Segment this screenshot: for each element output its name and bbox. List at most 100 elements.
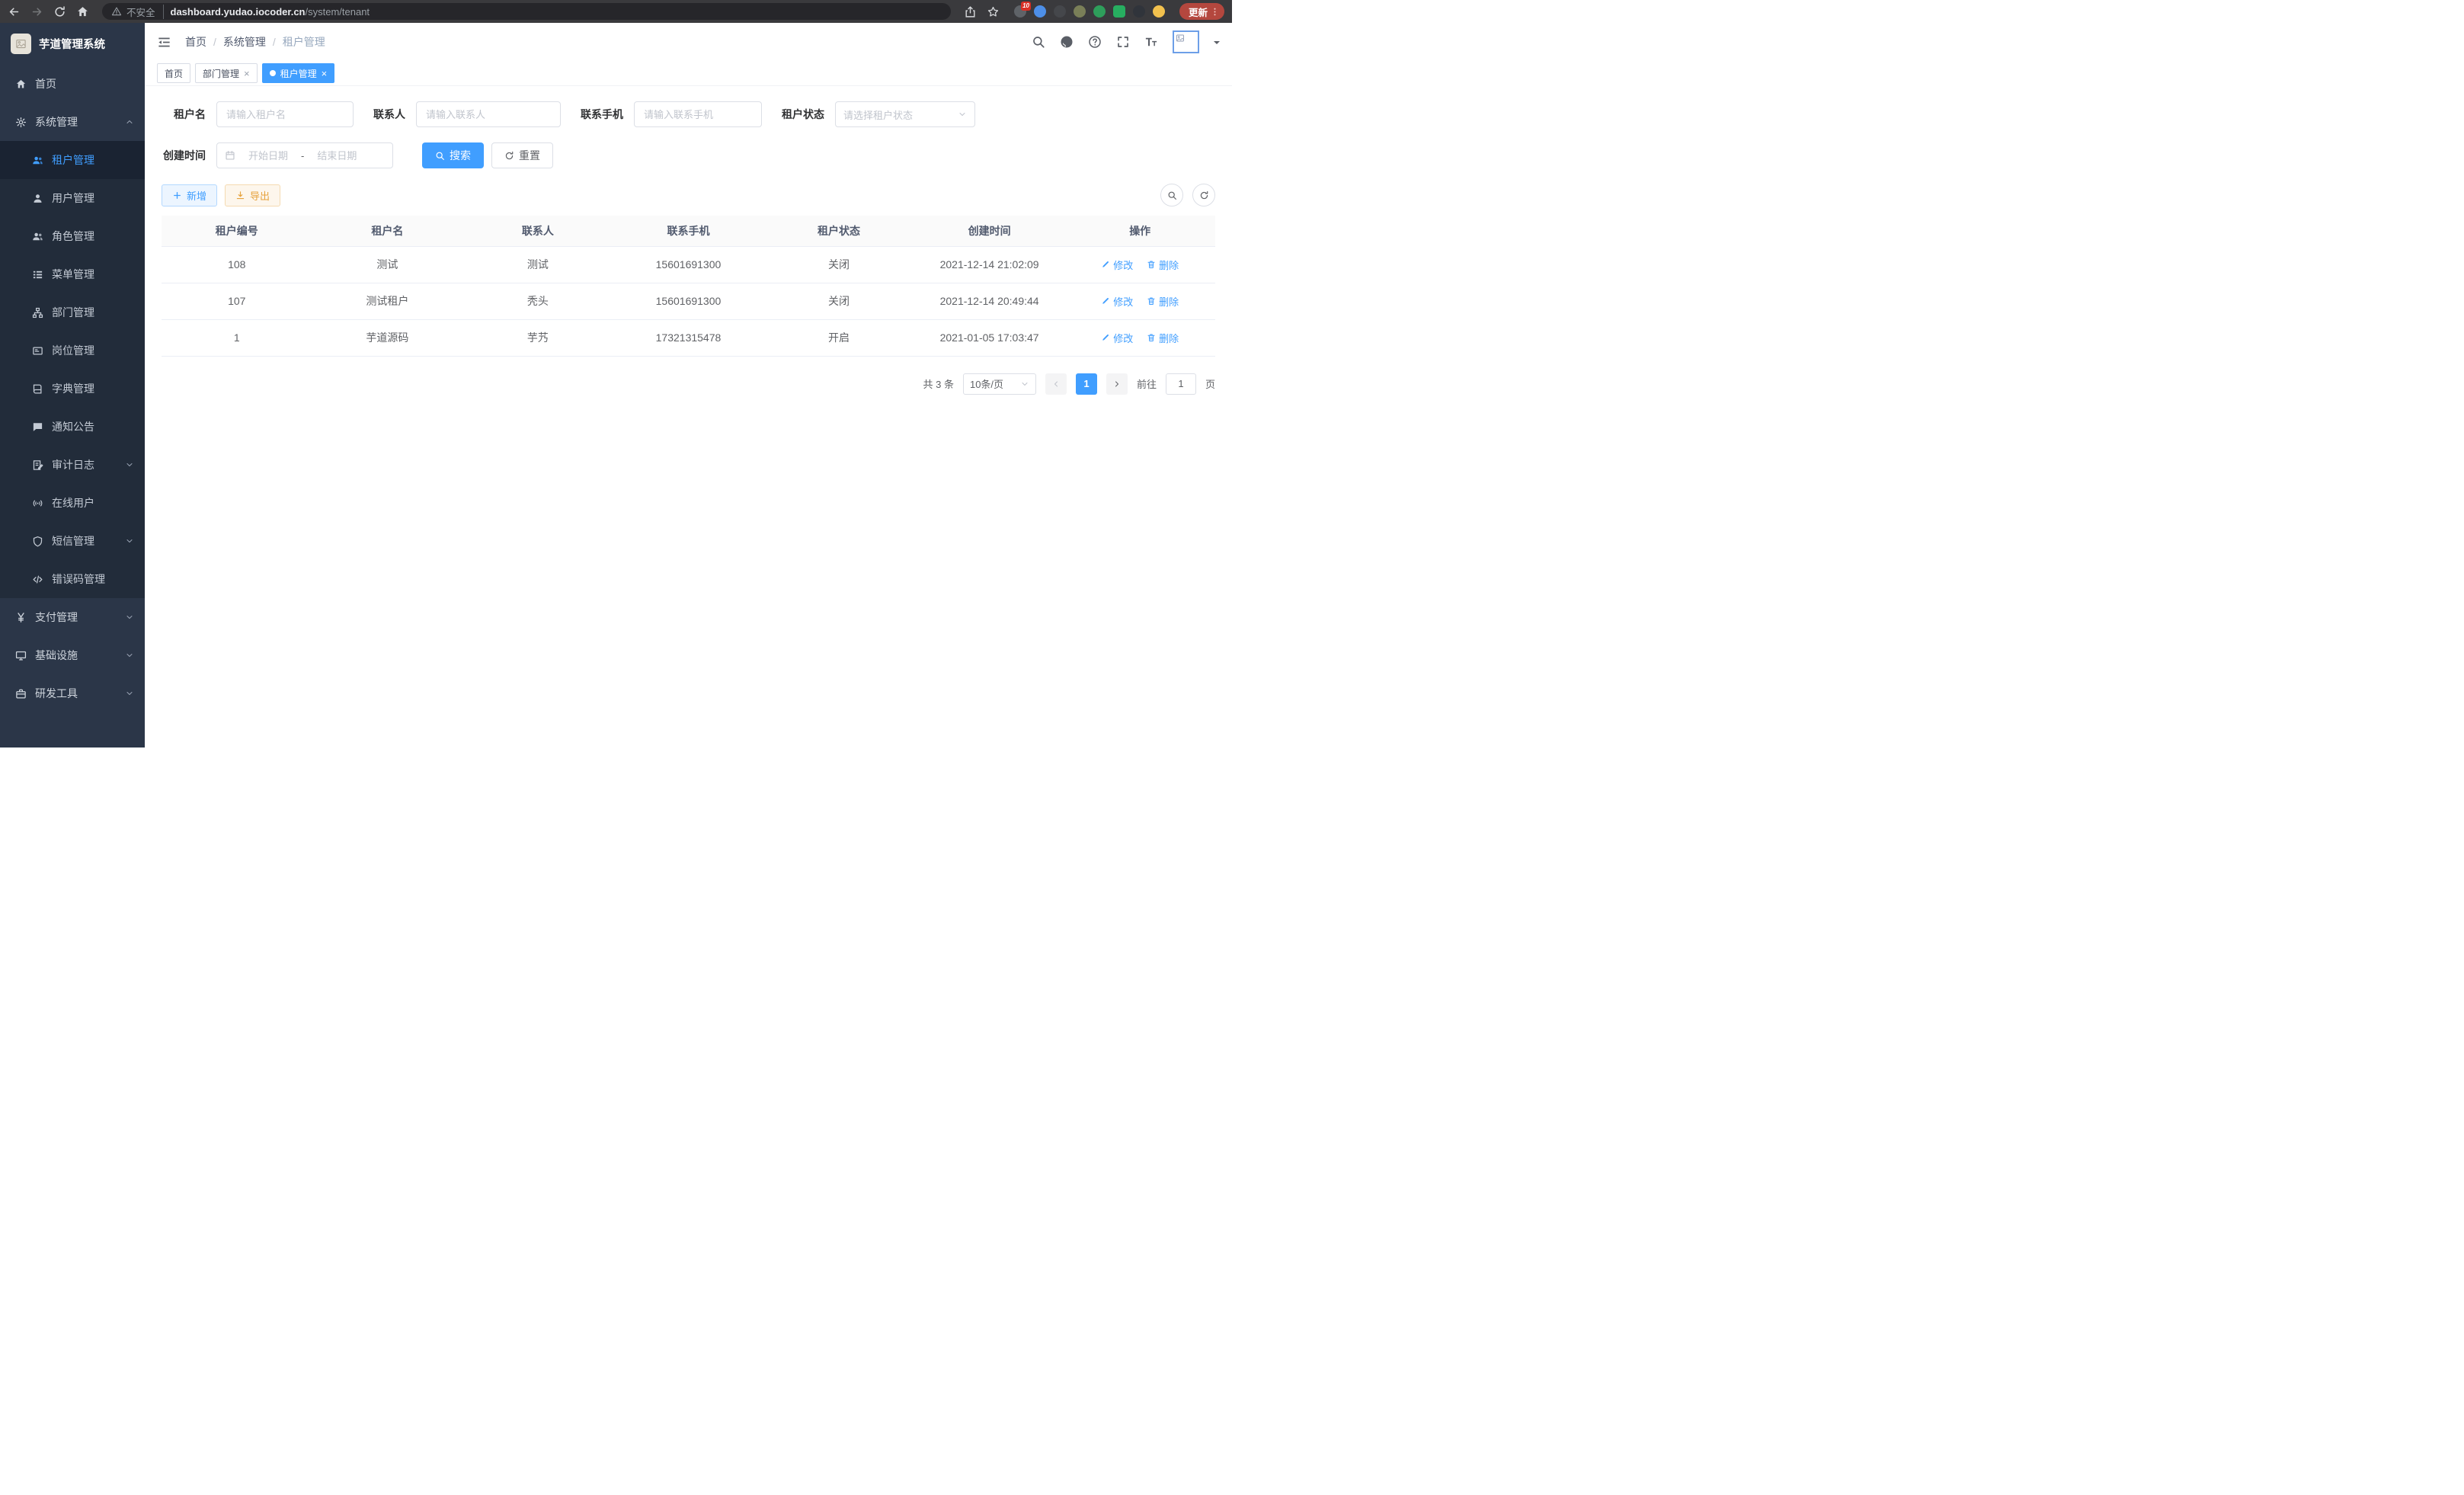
chevron-down-icon [125, 613, 134, 622]
github-icon[interactable] [1060, 35, 1074, 49]
phone-input[interactable] [634, 101, 762, 127]
extension-icon[interactable] [1093, 5, 1106, 18]
sidebar-item-dict-management[interactable]: 字典管理 [0, 370, 145, 408]
chevron-up-icon [125, 117, 134, 126]
broken-image-icon [1176, 34, 1185, 43]
sidebar-item-system-management[interactable]: 系统管理 [0, 103, 145, 141]
column-status: 租户状态 [763, 216, 914, 246]
reset-button[interactable]: 重置 [491, 142, 553, 168]
sidebar-item-notice[interactable]: 通知公告 [0, 408, 145, 446]
extension-icon[interactable]: 10 [1014, 5, 1026, 18]
tab-dept-management[interactable]: 部门管理 × [195, 63, 258, 83]
browser-back-icon[interactable] [8, 5, 21, 18]
search-button[interactable]: 搜索 [422, 142, 484, 168]
delete-link[interactable]: 删除 [1147, 331, 1179, 345]
start-date-input[interactable] [241, 150, 296, 162]
filter-row-2: 创建时间 - 搜索 重置 [162, 142, 1215, 168]
code-icon [32, 574, 43, 585]
browser-home-icon[interactable] [76, 5, 89, 18]
tab-label: 租户管理 [280, 67, 317, 80]
edit-link[interactable]: 修改 [1101, 331, 1133, 345]
monitor-icon [15, 650, 27, 661]
logo-image [11, 34, 31, 54]
cell-contact: 芋艿 [462, 319, 613, 356]
tab-tenant-management[interactable]: 租户管理 × [262, 63, 335, 83]
page-number-button[interactable]: 1 [1076, 373, 1097, 395]
close-icon[interactable]: × [322, 69, 328, 78]
log-icon [32, 459, 43, 471]
tenant-status-select[interactable]: 请选择租户状态 [835, 101, 975, 127]
main-area: 首页 / 系统管理 / 租户管理 首页 部门管理 × [145, 23, 1232, 748]
browser-forward-icon[interactable] [30, 5, 43, 18]
browser-menu-icon[interactable] [1210, 7, 1220, 17]
breadcrumb-system-management[interactable]: 系统管理 [223, 34, 266, 50]
table-row: 107 测试租户 秃头 15601691300 关闭 2021-12-14 20… [162, 283, 1215, 319]
browser-update-button[interactable]: 更新 [1179, 3, 1224, 20]
cell-contact: 秃头 [462, 283, 613, 319]
trash-icon [1147, 296, 1156, 306]
header-search-icon[interactable] [1032, 35, 1045, 49]
column-operations: 操作 [1064, 216, 1215, 246]
avatar-caret-icon[interactable] [1214, 41, 1220, 47]
add-button[interactable]: 新增 [162, 184, 217, 206]
delete-link[interactable]: 删除 [1147, 294, 1179, 309]
close-icon[interactable]: × [244, 69, 250, 78]
sidebar-item-sms-management[interactable]: 短信管理 [0, 522, 145, 560]
edit-link[interactable]: 修改 [1101, 294, 1133, 309]
tab-home[interactable]: 首页 [157, 63, 190, 83]
extension-icon[interactable] [1153, 5, 1165, 18]
tree-icon [32, 307, 43, 319]
cell-contact: 测试 [462, 246, 613, 283]
create-time-range-picker[interactable]: - [216, 142, 393, 168]
breadcrumb-current: 租户管理 [283, 34, 325, 50]
cell-created: 2021-12-14 21:02:09 [914, 246, 1065, 283]
pagination: 共 3 条 10条/页 1 前往 页 [162, 373, 1215, 395]
delete-link[interactable]: 删除 [1147, 258, 1179, 272]
extension-icon[interactable] [1133, 5, 1145, 18]
contact-input[interactable] [416, 101, 561, 127]
breadcrumb-home[interactable]: 首页 [185, 34, 206, 50]
prev-page-button[interactable] [1045, 373, 1067, 395]
sidebar-item-tenant-management[interactable]: 租户管理 [0, 141, 145, 179]
tenant-name-input[interactable] [216, 101, 354, 127]
users-icon [32, 231, 43, 242]
font-size-icon[interactable] [1144, 35, 1158, 49]
sidebar-item-role-management[interactable]: 角色管理 [0, 217, 145, 255]
end-date-input[interactable] [309, 150, 364, 162]
cell-tenant-name: 芋道源码 [312, 319, 463, 356]
extension-icon[interactable] [1034, 5, 1046, 18]
sidebar-item-audit-log[interactable]: 审计日志 [0, 446, 145, 484]
bookmark-star-icon[interactable] [987, 5, 1000, 18]
next-page-button[interactable] [1106, 373, 1128, 395]
sidebar-item-payment-management[interactable]: 支付管理 [0, 598, 145, 636]
fullscreen-icon[interactable] [1116, 35, 1130, 49]
share-icon[interactable] [964, 5, 977, 18]
extension-icon[interactable] [1113, 5, 1125, 18]
browser-refresh-icon[interactable] [53, 5, 66, 18]
sidebar-item-infrastructure[interactable]: 基础设施 [0, 636, 145, 674]
cell-operations: 修改 删除 [1064, 283, 1215, 319]
sidebar-item-menu-management[interactable]: 菜单管理 [0, 255, 145, 293]
extension-icon[interactable] [1074, 5, 1086, 18]
page-size-select[interactable]: 10条/页 [963, 373, 1036, 395]
edit-link[interactable]: 修改 [1101, 258, 1133, 272]
goto-page-input[interactable] [1166, 373, 1196, 395]
toggle-search-button[interactable] [1160, 184, 1183, 206]
book-icon [32, 383, 43, 395]
sidebar-collapse-icon[interactable] [157, 35, 171, 50]
address-bar[interactable]: 不安全 dashboard.yudao.iocoder.cn/system/te… [102, 3, 951, 20]
help-icon[interactable] [1088, 35, 1102, 49]
sidebar-item-home[interactable]: 首页 [0, 65, 145, 103]
avatar[interactable] [1173, 30, 1199, 53]
sidebar-item-dev-tools[interactable]: 研发工具 [0, 674, 145, 712]
sidebar-item-dept-management[interactable]: 部门管理 [0, 293, 145, 331]
refresh-table-button[interactable] [1192, 184, 1215, 206]
sidebar-item-error-code-management[interactable]: 错误码管理 [0, 560, 145, 598]
export-button[interactable]: 导出 [225, 184, 280, 206]
extension-icon[interactable] [1054, 5, 1066, 18]
sidebar-item-user-management[interactable]: 用户管理 [0, 179, 145, 217]
gear-icon [15, 117, 27, 128]
sidebar-item-post-management[interactable]: 岗位管理 [0, 331, 145, 370]
sidebar-item-online-users[interactable]: 在线用户 [0, 484, 145, 522]
app-logo[interactable]: 芋道管理系统 [0, 23, 145, 65]
